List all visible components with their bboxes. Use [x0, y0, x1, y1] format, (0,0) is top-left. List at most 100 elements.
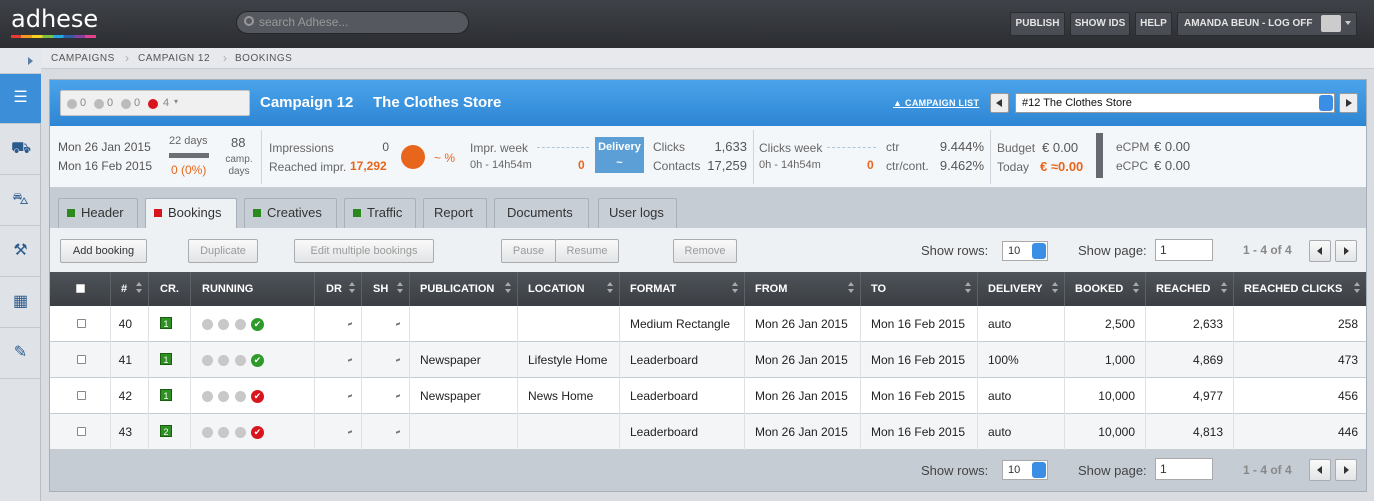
cell-from: Mon 26 Jan 2015 — [745, 306, 861, 342]
play-icon[interactable] — [218, 355, 229, 366]
show-rows-select[interactable]: 10 — [1002, 241, 1048, 261]
pause-icon[interactable] — [235, 355, 246, 366]
tab-bookings[interactable]: Bookings — [145, 198, 237, 229]
remove-button[interactable]: Remove — [673, 239, 737, 263]
next-page-button[interactable] — [1335, 459, 1357, 481]
creative-count-badge[interactable]: 1 — [160, 353, 172, 365]
tab-header[interactable]: Header — [58, 198, 138, 228]
next-campaign-button[interactable] — [1339, 93, 1358, 113]
show-ids-button[interactable]: SHOW IDS — [1070, 12, 1130, 36]
play-icon[interactable] — [218, 427, 229, 438]
column-header-publication[interactable]: PUBLICATION — [410, 272, 518, 306]
paused-count: 0 — [134, 97, 141, 109]
tab-creatives[interactable]: Creatives — [244, 198, 337, 228]
edit-arrow-icon[interactable] — [396, 394, 400, 399]
duplicate-button[interactable]: Duplicate — [188, 239, 258, 263]
cell-id: 43 — [111, 414, 149, 450]
row-checkbox[interactable] — [77, 319, 86, 328]
pause-button[interactable]: Pause — [501, 239, 556, 263]
column-header-sh[interactable]: SH — [362, 272, 410, 306]
table-row[interactable]: 42 1 ✔ Newspaper News Home Leaderboard Mon 26 … — [50, 378, 1366, 414]
ctr-value: 9.444% — [939, 139, 984, 154]
page-number-input[interactable]: 1 — [1155, 239, 1213, 261]
creative-count-badge[interactable]: 1 — [160, 317, 172, 329]
show-rows-select[interactable]: 10 — [1002, 460, 1048, 480]
column-header-format[interactable]: FORMAT — [620, 272, 745, 306]
status-summary[interactable]: 0 0 0 4 ▾ — [60, 90, 250, 116]
sidebar-item-calendar[interactable]: ▦ — [0, 278, 41, 328]
play-icon[interactable] — [218, 391, 229, 402]
column-header-running[interactable]: RUNNING — [191, 272, 315, 306]
sidebar-item-campaigns[interactable]: ☰ — [0, 74, 41, 124]
creative-count-badge[interactable]: 1 — [160, 389, 172, 401]
column-header-location[interactable]: LOCATION — [518, 272, 620, 306]
previous-campaign-button[interactable] — [990, 93, 1009, 113]
search-input[interactable]: search Adhese... — [236, 11, 469, 34]
edit-multiple-bookings-button[interactable]: Edit multiple bookings — [294, 239, 434, 263]
breadcrumb-campaigns[interactable]: CAMPAIGNS — [51, 53, 115, 64]
previous-page-button[interactable] — [1309, 240, 1331, 262]
edit-arrow-icon[interactable] — [396, 430, 400, 435]
sidebar-item-cars[interactable]: ⛍ — [0, 176, 41, 226]
cell-format: Leaderboard — [620, 378, 745, 414]
tab-user-logs[interactable]: User logs — [598, 198, 677, 228]
table-row[interactable]: 40 1 ✔ Medium Rectangle Mon 26 Jan 2015 Mon 1… — [50, 306, 1366, 342]
table-row[interactable]: 41 1 ✔ Newspaper Lifestyle Home Leaderboard Mo… — [50, 342, 1366, 378]
tab-label: Traffic — [367, 205, 403, 220]
pause-icon[interactable] — [235, 427, 246, 438]
sidebar-toggle[interactable] — [0, 48, 41, 74]
previous-page-button[interactable] — [1309, 459, 1331, 481]
edit-arrow-icon[interactable] — [348, 394, 352, 399]
tab-traffic[interactable]: Traffic — [344, 198, 416, 228]
tab-report[interactable]: Report — [423, 198, 487, 228]
creative-count-badge[interactable]: 2 — [160, 425, 172, 437]
campaign-select[interactable]: #12 The Clothes Store — [1015, 93, 1335, 113]
row-checkbox[interactable] — [77, 391, 86, 400]
column-header-booked[interactable]: BOOKED — [1065, 272, 1146, 306]
sort-icon — [397, 282, 403, 296]
column-header-delivery[interactable]: DELIVERY — [978, 272, 1065, 306]
cell-publication: Newspaper — [410, 378, 518, 414]
play-icon[interactable] — [218, 319, 229, 330]
table-row[interactable]: 43 2 ✔ Leaderboard Mon 26 Jan 2015 Mon 16 Feb… — [50, 414, 1366, 450]
column-header-from[interactable]: FROM — [745, 272, 861, 306]
logo[interactable]: adhese — [11, 5, 98, 33]
row-checkbox[interactable] — [77, 427, 86, 436]
avatar-icon[interactable] — [1321, 15, 1341, 32]
stop-icon[interactable] — [202, 319, 213, 330]
edit-arrow-icon[interactable] — [348, 430, 352, 435]
column-header-reached-clicks[interactable]: REACHED CLICKS — [1234, 272, 1366, 306]
sidebar-item-trucks[interactable]: ⛟ — [0, 125, 41, 175]
sidebar-item-tools[interactable]: ⚒ — [0, 227, 41, 277]
next-page-button[interactable] — [1335, 240, 1357, 262]
help-button[interactable]: HELP — [1135, 12, 1172, 36]
edit-arrow-icon[interactable] — [396, 322, 400, 327]
column-header-cr[interactable]: CR. — [149, 272, 191, 306]
chevron-down-icon[interactable] — [1345, 21, 1351, 25]
stop-icon[interactable] — [202, 355, 213, 366]
user-label: AMANDA BEUN - LOG OFF — [1184, 18, 1313, 29]
column-header-id[interactable]: # — [111, 272, 149, 306]
pause-icon[interactable] — [235, 319, 246, 330]
publish-button[interactable]: PUBLISH — [1010, 12, 1065, 36]
reached-label: Reached impr. — [269, 160, 347, 174]
breadcrumb-campaign[interactable]: CAMPAIGN 12 — [138, 53, 210, 64]
page-number-input[interactable]: 1 — [1155, 458, 1213, 480]
pause-icon[interactable] — [235, 391, 246, 402]
tab-documents[interactable]: Documents — [494, 198, 589, 228]
row-checkbox[interactable] — [77, 355, 86, 364]
stop-icon[interactable] — [202, 391, 213, 402]
car-icon: ⛍ — [12, 191, 29, 208]
edit-arrow-icon[interactable] — [348, 322, 352, 327]
edit-arrow-icon[interactable] — [348, 358, 352, 363]
campaign-list-link[interactable]: ▲ CAMPAIGN LIST — [893, 98, 979, 108]
column-header-reached[interactable]: REACHED — [1146, 272, 1234, 306]
select-all-checkbox[interactable] — [76, 284, 85, 293]
resume-button[interactable]: Resume — [555, 239, 619, 263]
column-header-to[interactable]: TO — [861, 272, 978, 306]
edit-arrow-icon[interactable] — [396, 358, 400, 363]
sidebar-item-settings[interactable]: ✎ — [0, 329, 41, 379]
column-header-dr[interactable]: DR — [315, 272, 362, 306]
add-booking-button[interactable]: Add booking — [60, 239, 147, 263]
stop-icon[interactable] — [202, 427, 213, 438]
